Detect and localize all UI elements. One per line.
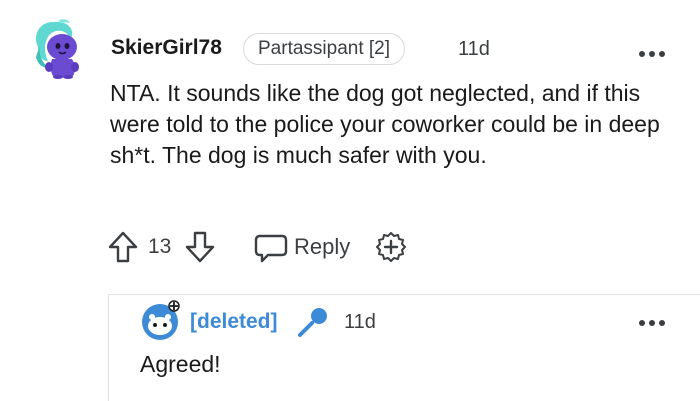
arrow-up-icon[interactable] <box>108 231 138 263</box>
reply-timestamp: 11d <box>344 311 376 333</box>
arrow-down-icon[interactable] <box>185 231 215 263</box>
comment-body: NTA. It sounds like the dog got neglecte… <box>110 80 660 168</box>
comment-timestamp: 11d <box>458 38 490 60</box>
user-flair: Partassipant [2] <box>243 33 406 65</box>
microphone-icon <box>296 305 330 339</box>
more-options-icon[interactable] <box>638 45 666 57</box>
more-options-icon[interactable] <box>638 314 666 326</box>
thread-divider <box>108 294 700 295</box>
deleted-user-avatar-icon <box>140 300 182 342</box>
vote-count: 13 <box>148 235 172 258</box>
thread-line[interactable] <box>108 294 109 401</box>
reply-body: Agreed! <box>140 351 221 377</box>
reply-label: Reply <box>294 234 351 259</box>
comment-thread: SkierGirl78 Partassipant [2] 11d NTA. It… <box>0 0 700 401</box>
user-avatar-icon[interactable] <box>28 17 84 79</box>
speech-bubble-icon <box>254 233 288 263</box>
plus-award-icon[interactable] <box>375 231 407 263</box>
reply-author: [deleted] <box>190 310 278 333</box>
comment-author[interactable]: SkierGirl78 <box>111 35 222 61</box>
